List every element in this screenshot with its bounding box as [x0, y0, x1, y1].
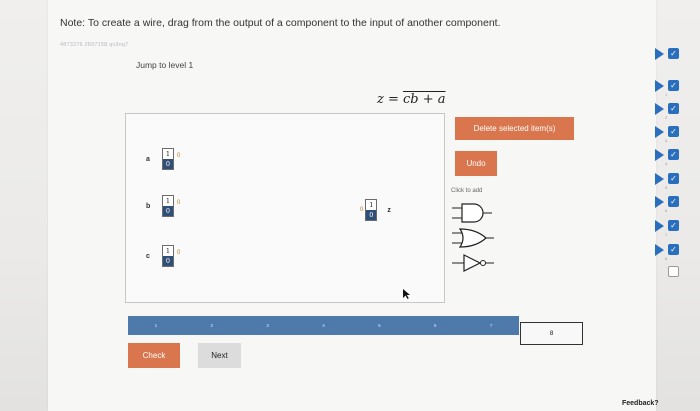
level-title: Jump to level 1 — [136, 60, 194, 70]
toggle-value-1: 1 — [163, 149, 173, 159]
checkmark-icon: ✓ — [668, 196, 679, 207]
sidebar-item[interactable]: ✓ 5 — [652, 173, 688, 193]
level-step-5[interactable]: 5 — [351, 316, 407, 335]
input-b[interactable]: b 1 0 0 — [146, 195, 180, 217]
play-arrow-icon — [655, 220, 664, 232]
instruction-note: Note: To create a wire, drag from the ou… — [60, 17, 501, 29]
checkmark-icon: ✓ — [668, 173, 679, 184]
next-button[interactable]: Next — [198, 343, 241, 368]
checkmark-icon: ✓ — [668, 80, 679, 91]
sidebar-item-number: 2 — [665, 115, 668, 120]
level-step-7[interactable]: 7 — [463, 316, 519, 335]
and-gate-icon[interactable] — [452, 203, 496, 223]
toggle-value-0: 0 — [163, 256, 173, 266]
sidebar-item-number: 7 — [665, 232, 668, 237]
sidebar-item-number: 8 — [665, 256, 668, 261]
toggle-value-0: 0 — [163, 159, 173, 169]
input-label: a — [146, 155, 150, 163]
play-arrow-icon — [655, 103, 664, 115]
play-arrow-icon — [655, 244, 664, 256]
play-arrow-icon — [655, 196, 664, 208]
sidebar-item[interactable]: ✓ 3 — [652, 126, 688, 146]
check-button[interactable]: Check — [128, 343, 180, 368]
input-toggle[interactable]: 1 0 — [162, 245, 174, 267]
or-gate-icon[interactable] — [452, 228, 496, 248]
undo-button[interactable]: Undo — [455, 151, 497, 176]
input-terminal[interactable]: 0 — [360, 207, 363, 213]
play-arrow-icon — [655, 80, 664, 92]
level-step-1[interactable]: 1 — [128, 316, 184, 335]
input-label: c — [146, 252, 150, 260]
equation-overline-expression: cb + a — [403, 92, 446, 107]
mouse-cursor-icon — [403, 289, 410, 299]
checkmark-icon: ✓ — [668, 244, 679, 255]
checkmark-icon: ✓ — [668, 126, 679, 137]
output-terminal[interactable]: 0 — [177, 200, 180, 206]
not-gate-icon[interactable] — [452, 253, 496, 273]
sidebar-item-number: 5 — [665, 185, 668, 190]
sidebar-item[interactable]: ✓ 2 — [652, 103, 688, 123]
level-step-6[interactable]: 6 — [407, 316, 463, 335]
level-progress-bar: 1 2 3 4 5 6 7 — [128, 316, 519, 335]
target-equation: z = cb + a — [377, 92, 446, 107]
input-toggle[interactable]: 1 0 — [162, 148, 174, 170]
output-terminal[interactable]: 0 — [177, 250, 180, 256]
feedback-link[interactable]: Feedback? — [622, 400, 659, 407]
sidebar-item[interactable]: ✓ 8 — [652, 244, 688, 264]
toggle-value-0: 0 — [163, 206, 173, 216]
play-arrow-icon — [655, 48, 664, 60]
sidebar-item[interactable]: ✓ — [652, 48, 688, 68]
toggle-value-1: 1 — [163, 246, 173, 256]
input-toggle[interactable]: 1 0 — [162, 195, 174, 217]
sidebar-item[interactable]: ✓ 7 — [652, 220, 688, 240]
sidebar-item[interactable]: ✓ 1 — [652, 80, 688, 100]
sidebar-item[interactable] — [652, 266, 688, 286]
sidebar-item-number: 6 — [665, 208, 668, 213]
level-step-3[interactable]: 3 — [240, 316, 296, 335]
play-arrow-icon — [655, 149, 664, 161]
display-value-1: 1 — [366, 200, 377, 210]
sidebar-item-number: 4 — [665, 161, 668, 166]
sidebar-item[interactable]: ✓ 6 — [652, 196, 688, 216]
checkmark-icon: ✓ — [668, 48, 679, 59]
input-label: b — [146, 202, 151, 210]
sidebar-item-number: 3 — [665, 138, 668, 143]
display-value-0: 0 — [366, 210, 377, 220]
level-step-current[interactable]: 8 — [520, 322, 583, 345]
empty-checkbox-icon — [668, 266, 679, 277]
sidebar-item[interactable]: ✓ 4 — [652, 149, 688, 169]
delete-selected-button[interactable]: Delete selected item(s) — [455, 117, 574, 140]
palette-title: Click to add — [451, 188, 483, 194]
output-terminal[interactable]: 0 — [177, 153, 180, 159]
output-display: 1 0 — [365, 199, 378, 221]
output-z[interactable]: 0 1 0 z — [360, 199, 391, 221]
equation-lhs: z = — [377, 92, 404, 107]
checkmark-icon: ✓ — [668, 103, 679, 114]
output-label: z — [387, 206, 391, 214]
level-step-2[interactable]: 2 — [184, 316, 240, 335]
input-a[interactable]: a 1 0 0 — [146, 148, 180, 170]
level-step-4[interactable]: 4 — [296, 316, 352, 335]
toggle-value-1: 1 — [163, 196, 173, 206]
sidebar-item-number: 1 — [665, 92, 668, 97]
watermark: 4873276 2697158 qv3nq7 — [60, 42, 129, 48]
input-c[interactable]: c 1 0 0 — [146, 245, 180, 267]
play-arrow-icon — [655, 126, 664, 138]
checkmark-icon: ✓ — [668, 149, 679, 160]
checkmark-icon: ✓ — [668, 220, 679, 231]
play-arrow-icon — [655, 173, 664, 185]
